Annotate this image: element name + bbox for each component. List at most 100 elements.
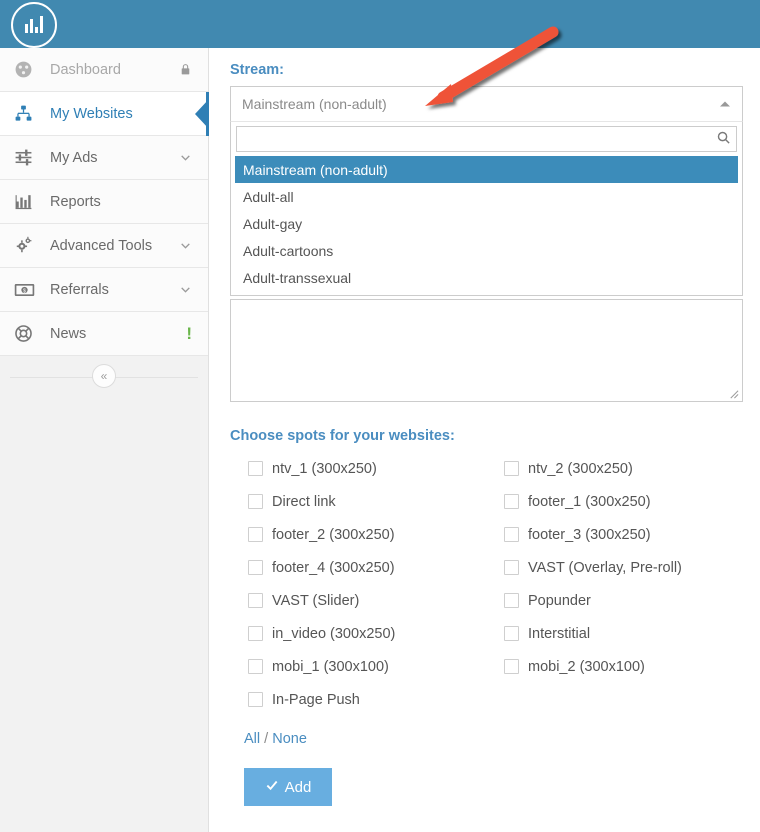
stream-select: Mainstream (non-adult) Mainstream (non-a… bbox=[230, 86, 743, 296]
sidebar-item-my-websites[interactable]: My Websites bbox=[0, 92, 209, 136]
spots-row: footer_2 (300x250) footer_3 (300x250) bbox=[230, 518, 743, 551]
sidebar-item-label: Reports bbox=[50, 193, 101, 210]
bar-chart-circle-logo[interactable] bbox=[11, 2, 57, 48]
sidebar-item-label: Advanced Tools bbox=[50, 237, 153, 254]
spot-checkbox-item[interactable]: in_video (300x250) bbox=[230, 617, 486, 650]
app-root: Dashboard My Websites My Ads Reports Adv… bbox=[0, 0, 760, 832]
spots-row: Direct link footer_1 (300x250) bbox=[230, 485, 743, 518]
spots-row: in_video (300x250) Interstitial bbox=[230, 617, 743, 650]
checkbox-icon[interactable] bbox=[504, 560, 519, 575]
add-button[interactable]: Add bbox=[244, 768, 332, 806]
spot-checkbox-item[interactable]: footer_4 (300x250) bbox=[230, 551, 486, 584]
spot-label: mobi_1 (300x100) bbox=[272, 658, 389, 675]
spot-label: ntv_2 (300x250) bbox=[528, 460, 633, 477]
spot-checkbox-item[interactable]: mobi_1 (300x100) bbox=[230, 650, 486, 683]
sliders-icon bbox=[14, 148, 40, 168]
spots-row: ntv_1 (300x250) ntv_2 (300x250) bbox=[230, 452, 743, 485]
resize-grip-icon[interactable] bbox=[728, 388, 740, 400]
checkbox-icon[interactable] bbox=[248, 461, 263, 476]
select-none-link[interactable]: None bbox=[272, 731, 307, 747]
stream-search-row bbox=[235, 126, 738, 156]
sidebar-item-label: Dashboard bbox=[50, 61, 121, 78]
checkbox-icon[interactable] bbox=[504, 593, 519, 608]
select-all-link[interactable]: All bbox=[244, 731, 260, 747]
checkbox-icon[interactable] bbox=[504, 461, 519, 476]
sidebar-collapse-button[interactable]: « bbox=[92, 364, 116, 388]
spot-label: In-Page Push bbox=[272, 691, 360, 708]
checkbox-icon[interactable] bbox=[248, 659, 263, 674]
bar-chart-icon bbox=[14, 192, 40, 212]
logo-bars bbox=[25, 16, 43, 33]
stream-option[interactable]: Mainstream (non-adult) bbox=[235, 156, 738, 183]
spot-checkbox-item[interactable]: footer_2 (300x250) bbox=[230, 518, 486, 551]
spot-label: Direct link bbox=[272, 493, 336, 510]
spots-title: Choose spots for your websites: bbox=[230, 428, 455, 444]
top-header-bar bbox=[0, 0, 760, 48]
sidebar-item-dashboard[interactable]: Dashboard bbox=[0, 48, 208, 92]
stream-search-input[interactable] bbox=[236, 126, 737, 152]
stream-option[interactable]: Adult-gay bbox=[235, 210, 738, 237]
lock-icon bbox=[179, 62, 192, 77]
svg-text:$: $ bbox=[23, 288, 26, 294]
spot-label: ntv_1 (300x250) bbox=[272, 460, 377, 477]
spots-row: footer_4 (300x250) VAST (Overlay, Pre-ro… bbox=[230, 551, 743, 584]
spot-checkbox-item[interactable]: footer_3 (300x250) bbox=[486, 518, 742, 551]
sidebar-item-label: My Ads bbox=[50, 149, 98, 166]
checkbox-icon[interactable] bbox=[248, 593, 263, 608]
spot-checkbox-item[interactable]: In-Page Push bbox=[230, 683, 486, 716]
sidebar-item-advanced-tools[interactable]: Advanced Tools bbox=[0, 224, 208, 268]
spot-label: footer_1 (300x250) bbox=[528, 493, 651, 510]
chevron-down-icon[interactable] bbox=[179, 151, 192, 164]
sidebar-item-my-ads[interactable]: My Ads bbox=[0, 136, 208, 180]
exclamation-badge-icon: ! bbox=[186, 324, 192, 343]
chevron-down-icon[interactable] bbox=[179, 283, 192, 296]
sidebar-item-label: Referrals bbox=[50, 281, 109, 298]
sidebar-nav-list: Dashboard My Websites My Ads Reports Adv… bbox=[0, 48, 209, 356]
spot-checkbox-item[interactable]: ntv_2 (300x250) bbox=[486, 452, 742, 485]
chevron-down-icon[interactable] bbox=[179, 239, 192, 252]
search-icon[interactable] bbox=[716, 130, 731, 150]
spot-label: Popunder bbox=[528, 592, 591, 609]
stream-option[interactable]: Adult-cartoons bbox=[235, 237, 738, 264]
checkbox-icon[interactable] bbox=[248, 692, 263, 707]
stream-select-toggle[interactable]: Mainstream (non-adult) bbox=[230, 86, 743, 122]
checkbox-icon[interactable] bbox=[248, 527, 263, 542]
caret-up-icon[interactable] bbox=[720, 101, 730, 107]
money-bill-icon: $ bbox=[14, 280, 40, 300]
spot-label: Interstitial bbox=[528, 625, 591, 642]
dashboard-gauge-icon bbox=[14, 60, 40, 80]
spot-checkbox-item[interactable]: Interstitial bbox=[486, 617, 742, 650]
sitemap-icon bbox=[14, 104, 40, 124]
websites-textarea[interactable] bbox=[230, 299, 743, 402]
select-all-none: All / None bbox=[244, 731, 744, 747]
stream-option[interactable]: Adult-transsexual bbox=[235, 264, 738, 291]
main-content: Stream: Mainstream (non-adult) Mainstrea… bbox=[210, 48, 760, 832]
spot-checkbox-item[interactable]: VAST (Overlay, Pre-roll) bbox=[486, 551, 742, 584]
spot-label: VAST (Overlay, Pre-roll) bbox=[528, 559, 682, 576]
spot-checkbox-item[interactable]: footer_1 (300x250) bbox=[486, 485, 742, 518]
checkbox-icon[interactable] bbox=[504, 626, 519, 641]
checkbox-icon[interactable] bbox=[248, 560, 263, 575]
spot-checkbox-item[interactable]: Direct link bbox=[230, 485, 486, 518]
spot-checkbox-item[interactable]: ntv_1 (300x250) bbox=[230, 452, 486, 485]
spots-row: In-Page Push bbox=[230, 683, 743, 716]
sidebar-item-reports[interactable]: Reports bbox=[0, 180, 208, 224]
stream-selected-value: Mainstream (non-adult) bbox=[242, 96, 387, 112]
checkbox-icon[interactable] bbox=[504, 494, 519, 509]
stream-dropdown-panel: Mainstream (non-adult) Adult-all Adult-g… bbox=[230, 122, 743, 296]
spot-checkbox-item[interactable]: mobi_2 (300x100) bbox=[486, 650, 742, 683]
checkbox-icon[interactable] bbox=[504, 659, 519, 674]
spot-checkbox-item[interactable]: Popunder bbox=[486, 584, 742, 617]
sidebar-item-news[interactable]: News ! bbox=[0, 312, 208, 356]
checkbox-icon[interactable] bbox=[248, 494, 263, 509]
lifebuoy-icon bbox=[14, 324, 40, 344]
spot-label: mobi_2 (300x100) bbox=[528, 658, 645, 675]
check-icon bbox=[265, 778, 279, 796]
sidebar-item-referrals[interactable]: $ Referrals bbox=[0, 268, 208, 312]
checkbox-icon[interactable] bbox=[504, 527, 519, 542]
spots-row: VAST (Slider) Popunder bbox=[230, 584, 743, 617]
spot-checkbox-item[interactable]: VAST (Slider) bbox=[230, 584, 486, 617]
stream-option[interactable]: Adult-all bbox=[235, 183, 738, 210]
checkbox-icon[interactable] bbox=[248, 626, 263, 641]
spots-grid: ntv_1 (300x250) ntv_2 (300x250) Direct l… bbox=[230, 452, 743, 716]
